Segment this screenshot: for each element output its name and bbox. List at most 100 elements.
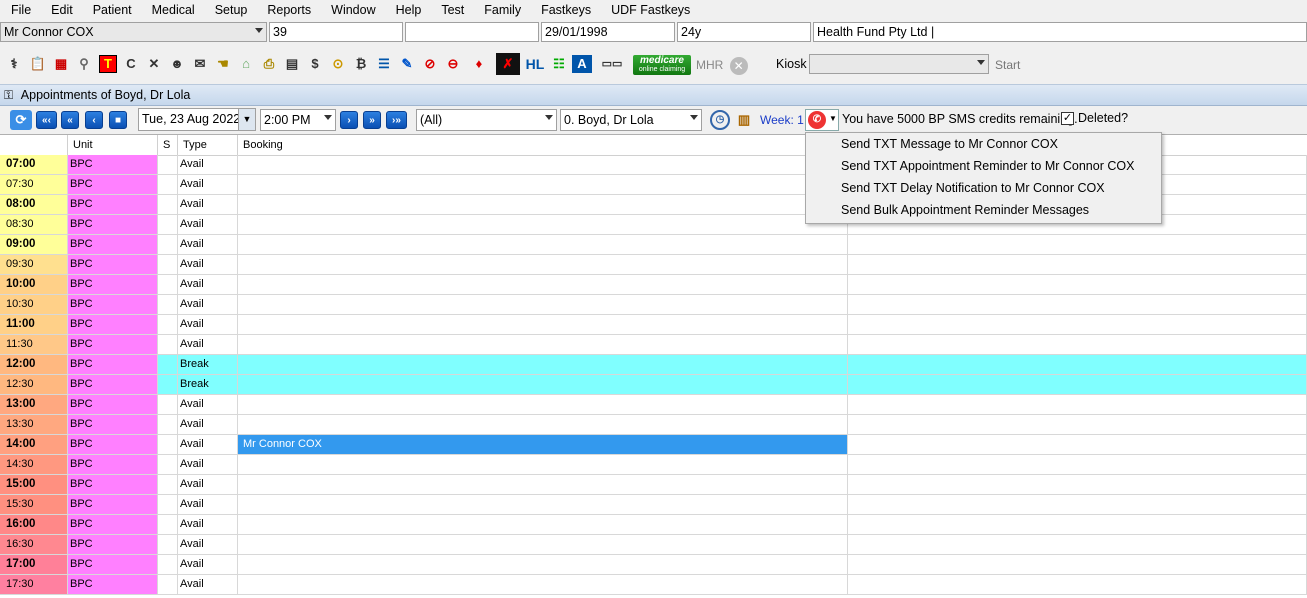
inbox-icon[interactable]: ⎙	[260, 55, 278, 73]
table-row[interactable]: 12:00 BPC Break	[0, 355, 1307, 375]
booking-cell[interactable]	[238, 375, 848, 394]
menu-setup[interactable]: Setup	[204, 0, 257, 19]
extra-cell[interactable]	[848, 455, 1307, 474]
bill-icon[interactable]: ₿	[352, 55, 370, 73]
booking-cell[interactable]	[238, 495, 848, 514]
blood-drop-icon[interactable]: ♦	[470, 55, 488, 73]
booking-cell[interactable]	[238, 195, 848, 214]
menu-edit[interactable]: Edit	[40, 0, 82, 19]
booking-cell[interactable]	[238, 555, 848, 574]
dollar-icon[interactable]: $	[306, 55, 324, 73]
table-row[interactable]: 12:30 BPC Break	[0, 375, 1307, 395]
extra-cell[interactable]	[848, 475, 1307, 494]
menu-test[interactable]: Test	[430, 0, 473, 19]
extra-cell[interactable]	[848, 495, 1307, 514]
table-row[interactable]: 13:30 BPC Avail	[0, 415, 1307, 435]
booking-cell[interactable]	[238, 315, 848, 334]
hl-icon[interactable]: HL	[524, 55, 546, 73]
extra-cell[interactable]	[848, 295, 1307, 314]
extra-cell[interactable]	[848, 535, 1307, 554]
booking-cell[interactable]	[238, 575, 848, 594]
today-button[interactable]: ■	[109, 111, 127, 129]
no-entry-icon[interactable]: ⊘	[421, 55, 439, 73]
document-icon[interactable]: ▤	[283, 55, 301, 73]
patient-id-field[interactable]: 39	[269, 22, 403, 42]
coin-icon[interactable]: ⊙	[329, 55, 347, 73]
extra-cell[interactable]	[848, 235, 1307, 254]
table-row[interactable]: 14:30 BPC Avail	[0, 455, 1307, 475]
syringe-icon[interactable]: ✎	[398, 55, 416, 73]
booking-cell[interactable]	[238, 295, 848, 314]
extra-cell[interactable]	[848, 375, 1307, 394]
extra-cell[interactable]	[848, 575, 1307, 594]
extra-cell[interactable]	[848, 555, 1307, 574]
clipboard-icon[interactable]: 📋	[29, 55, 47, 73]
text-tool-icon[interactable]: T	[99, 55, 117, 73]
tray-icon[interactable]: ⌂	[237, 55, 255, 73]
magnifier-icon[interactable]: ⚲	[75, 55, 93, 73]
table-row[interactable]: 16:00 BPC Avail	[0, 515, 1307, 535]
menu-udf-fastkeys[interactable]: UDF Fastkeys	[600, 0, 699, 19]
doctor-select[interactable]: 0. Boyd, Dr Lola	[560, 109, 702, 131]
extra-cell[interactable]	[848, 515, 1307, 534]
mhr-button[interactable]: MHR ✕	[696, 55, 748, 75]
patient-age-field[interactable]: 24y	[677, 22, 811, 42]
clock-icon[interactable]: ◷	[710, 110, 730, 130]
deleted-checkbox[interactable]: ✓	[1061, 112, 1074, 125]
film-icon[interactable]: ▥	[735, 110, 753, 130]
menu-reports[interactable]: Reports	[256, 0, 320, 19]
currency-c-icon[interactable]: C	[122, 55, 140, 73]
send-txt-message-item[interactable]: Send TXT Message to Mr Connor COX	[841, 133, 1058, 155]
menu-patient[interactable]: Patient	[82, 0, 141, 19]
filter-select[interactable]: (All)	[416, 109, 557, 131]
table-row[interactable]: 09:30 BPC Avail	[0, 255, 1307, 275]
hand-icon[interactable]: ☚	[214, 55, 232, 73]
extra-cell[interactable]	[848, 355, 1307, 374]
envelope-icon[interactable]: ✉	[191, 55, 209, 73]
send-txt-delay-item[interactable]: Send TXT Delay Notification to Mr Connor…	[841, 177, 1105, 199]
stop-icon[interactable]: ⊖	[444, 55, 462, 73]
back-day-button[interactable]: ‹	[85, 111, 103, 129]
table-row[interactable]: 17:00 BPC Avail	[0, 555, 1307, 575]
calendar-icon[interactable]: ▦	[52, 55, 70, 73]
booking-cell[interactable]	[238, 215, 848, 234]
booking-cell[interactable]	[238, 175, 848, 194]
table-row[interactable]: 11:00 BPC Avail	[0, 315, 1307, 335]
table-row[interactable]: 13:00 BPC Avail	[0, 395, 1307, 415]
booking-cell[interactable]	[238, 335, 848, 354]
booking-cell[interactable]	[238, 535, 848, 554]
sms-menu-button[interactable]: ✆ ▼	[805, 109, 839, 131]
cross-icon[interactable]: ✕	[145, 55, 163, 73]
chart-book-icon[interactable]: ☷	[549, 55, 569, 73]
booking-cell[interactable]	[238, 415, 848, 434]
table-row[interactable]: 11:30 BPC Avail	[0, 335, 1307, 355]
ambulance-icon[interactable]: ▭▭	[595, 55, 629, 73]
patient-name-select[interactable]: Mr Connor COX	[0, 22, 267, 42]
kiosk-select[interactable]	[809, 54, 989, 74]
table-row[interactable]: 10:30 BPC Avail	[0, 295, 1307, 315]
table-row[interactable]: 14:00 BPC Avail Mr Connor COX	[0, 435, 1307, 455]
refresh-icon[interactable]: ⟳	[10, 110, 32, 130]
menu-window[interactable]: Window	[320, 0, 384, 19]
extra-cell[interactable]	[848, 335, 1307, 354]
forward-day-button[interactable]: ›	[340, 111, 358, 129]
person-icon[interactable]: ☻	[168, 55, 186, 73]
table-row[interactable]: 10:00 BPC Avail	[0, 275, 1307, 295]
booking-cell[interactable]	[238, 515, 848, 534]
menu-family[interactable]: Family	[473, 0, 530, 19]
checklist-icon[interactable]: ☰	[375, 55, 393, 73]
extra-cell[interactable]	[848, 275, 1307, 294]
time-select[interactable]: 2:00 PM	[260, 109, 336, 131]
booking-cell[interactable]	[238, 355, 848, 374]
send-bulk-reminder-item[interactable]: Send Bulk Appointment Reminder Messages	[841, 199, 1089, 221]
menu-file[interactable]: File	[0, 0, 40, 19]
booking-cell[interactable]	[238, 255, 848, 274]
date-picker[interactable]: Tue, 23 Aug 2022 ▼	[138, 108, 256, 131]
patient-dob-field[interactable]: 29/01/1998	[541, 22, 675, 42]
booking-cell[interactable]	[238, 275, 848, 294]
table-row[interactable]: 15:00 BPC Avail	[0, 475, 1307, 495]
start-button[interactable]: Start	[995, 58, 1020, 72]
booking-column-header[interactable]: Booking	[238, 135, 848, 155]
type-column-header[interactable]: Type	[178, 135, 238, 155]
forward-week-button[interactable]: »	[363, 111, 381, 129]
